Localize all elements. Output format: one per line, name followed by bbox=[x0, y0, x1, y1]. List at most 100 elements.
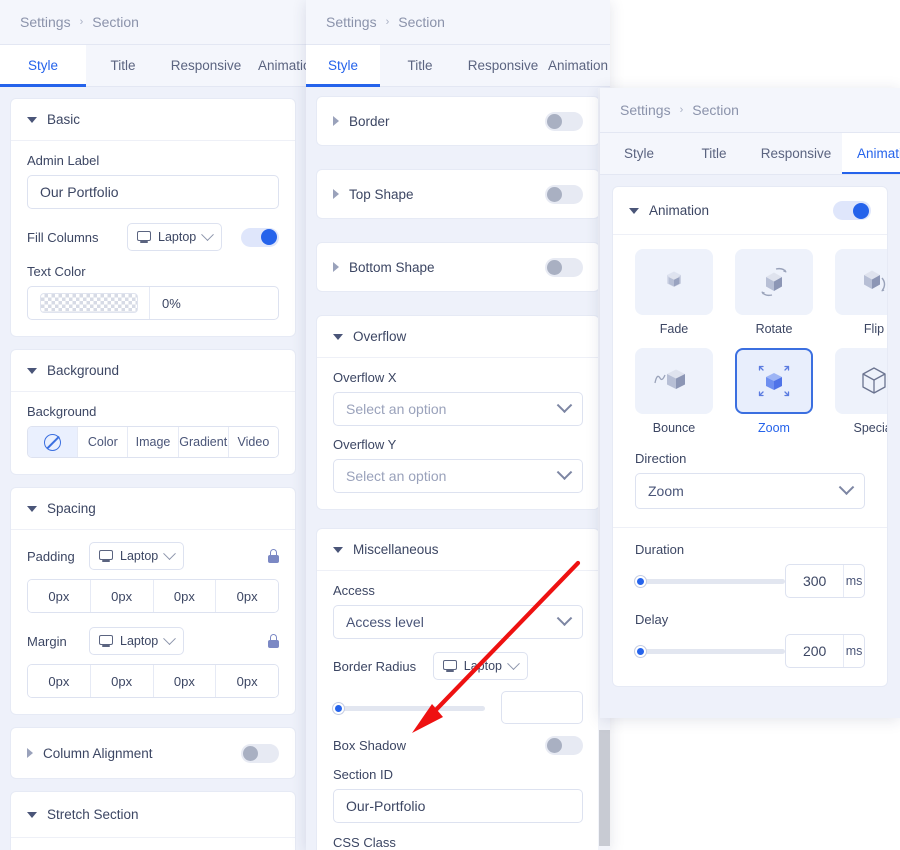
animation-tile-zoom[interactable] bbox=[735, 348, 813, 414]
card-stretch-section-header[interactable]: Stretch Section bbox=[11, 792, 295, 838]
padding-label: Padding bbox=[27, 548, 75, 564]
card-border-header[interactable]: Border bbox=[317, 97, 599, 145]
fill-columns-toggle[interactable] bbox=[241, 227, 279, 247]
breadcrumb-root[interactable]: Settings bbox=[620, 102, 671, 118]
tab-animation[interactable]: Animation bbox=[546, 45, 610, 86]
card-top-shape-header[interactable]: Top Shape bbox=[317, 170, 599, 218]
box-shadow-toggle[interactable] bbox=[545, 736, 583, 755]
section-id-input[interactable]: Our-Portfolio bbox=[333, 789, 583, 823]
card-miscellaneous-header[interactable]: Miscellaneous bbox=[317, 529, 599, 571]
margin-right-input[interactable]: 0px bbox=[90, 665, 154, 697]
tab-responsive[interactable]: Responsive bbox=[160, 45, 252, 86]
slider-track bbox=[333, 705, 485, 711]
overflow-x-select[interactable]: Select an option bbox=[333, 392, 583, 426]
card-background-header[interactable]: Background bbox=[11, 350, 295, 392]
margin-device-select[interactable]: Laptop bbox=[89, 627, 185, 655]
chevron-down-icon bbox=[163, 546, 177, 560]
breadcrumb-root[interactable]: Settings bbox=[326, 14, 377, 30]
margin-top-input[interactable]: 0px bbox=[28, 665, 91, 697]
slider-thumb[interactable] bbox=[635, 575, 646, 587]
padding-bottom-input[interactable]: 0px bbox=[153, 580, 217, 612]
animation-tile-bounce[interactable] bbox=[635, 348, 713, 414]
animation-option-special[interactable]: Special bbox=[835, 348, 888, 435]
tab-responsive[interactable]: Responsive bbox=[750, 133, 842, 174]
breadcrumb-current[interactable]: Section bbox=[92, 14, 139, 30]
chevron-down-icon bbox=[556, 463, 573, 480]
delay-slider[interactable] bbox=[635, 644, 786, 658]
middle-panel-scrollbar-thumb[interactable] bbox=[599, 730, 610, 846]
tab-responsive[interactable]: Responsive bbox=[460, 45, 546, 86]
chevron-down-icon bbox=[27, 811, 37, 818]
fill-columns-device-select[interactable]: Laptop bbox=[127, 223, 223, 251]
background-option-image[interactable]: Image bbox=[128, 427, 179, 457]
duration-row: 300 ms bbox=[635, 564, 865, 598]
top-shape-toggle[interactable] bbox=[545, 184, 583, 204]
tab-title[interactable]: Title bbox=[678, 133, 750, 174]
card-basic-header[interactable]: Basic bbox=[11, 99, 295, 141]
text-color-row: 0% bbox=[27, 286, 279, 320]
background-option-color[interactable]: Color bbox=[78, 427, 129, 457]
tab-title[interactable]: Title bbox=[86, 45, 160, 86]
text-color-opacity-input[interactable]: 0% bbox=[150, 287, 278, 319]
padding-top-input[interactable]: 0px bbox=[28, 580, 91, 612]
tab-animation[interactable]: Animation bbox=[842, 133, 900, 174]
overflow-x-label: Overflow X bbox=[333, 370, 397, 385]
animation-option-rotate[interactable]: Rotate bbox=[735, 249, 813, 336]
overflow-y-select[interactable]: Select an option bbox=[333, 459, 583, 493]
card-overflow-header[interactable]: Overflow bbox=[317, 316, 599, 358]
background-option-gradient[interactable]: Gradient bbox=[178, 427, 229, 457]
animation-option-bounce[interactable]: Bounce bbox=[635, 348, 713, 435]
text-color-swatch-button[interactable] bbox=[28, 287, 150, 319]
animation-option-zoom[interactable]: Zoom bbox=[735, 348, 813, 435]
background-option-none[interactable] bbox=[28, 427, 79, 457]
padding-device-select[interactable]: Laptop bbox=[89, 542, 185, 570]
margin-left-input[interactable]: 0px bbox=[216, 665, 278, 697]
column-alignment-toggle[interactable] bbox=[241, 743, 279, 763]
animation-tile-fade[interactable] bbox=[635, 249, 713, 315]
animation-tile-rotate[interactable] bbox=[735, 249, 813, 315]
tab-style[interactable]: Style bbox=[600, 133, 678, 174]
border-toggle[interactable] bbox=[545, 111, 583, 131]
border-radius-slider[interactable] bbox=[333, 701, 485, 715]
duration-input[interactable]: 300 bbox=[786, 565, 845, 597]
tab-animation[interactable]: Animation bbox=[252, 45, 306, 86]
breadcrumb-current[interactable]: Section bbox=[692, 102, 739, 118]
card-bottom-shape-header[interactable]: Bottom Shape bbox=[317, 243, 599, 291]
fill-columns-label: Fill Columns bbox=[27, 229, 99, 245]
background-option-video[interactable]: Video bbox=[228, 427, 278, 457]
border-radius-input[interactable] bbox=[501, 691, 583, 724]
animation-tile-special[interactable] bbox=[835, 348, 887, 414]
tab-title[interactable]: Title bbox=[380, 45, 460, 86]
cube-flip-icon bbox=[864, 270, 886, 292]
padding-left-input[interactable]: 0px bbox=[216, 580, 278, 612]
animation-option-flip[interactable]: Flip bbox=[835, 249, 887, 336]
card-animation-header[interactable]: Animation bbox=[613, 187, 887, 235]
animation-tile-flip[interactable] bbox=[835, 249, 887, 315]
tab-style[interactable]: Style bbox=[306, 45, 380, 87]
admin-label-input[interactable]: Our Portfolio bbox=[27, 175, 279, 209]
breadcrumb-root[interactable]: Settings bbox=[20, 14, 71, 30]
margin-lock-icon[interactable] bbox=[268, 634, 279, 648]
animation-label-rotate: Rotate bbox=[755, 322, 793, 336]
slider-thumb[interactable] bbox=[635, 645, 646, 657]
breadcrumb-current[interactable]: Section bbox=[398, 14, 445, 30]
padding-lock-icon[interactable] bbox=[268, 549, 279, 563]
bottom-shape-toggle[interactable] bbox=[545, 257, 583, 277]
slider-thumb[interactable] bbox=[333, 702, 344, 714]
margin-bottom-input[interactable]: 0px bbox=[153, 665, 217, 697]
animation-label-special: Special bbox=[853, 421, 888, 435]
card-spacing-header[interactable]: Spacing bbox=[11, 488, 295, 530]
animation-toggle[interactable] bbox=[833, 201, 871, 220]
animation-option-fade[interactable]: Fade bbox=[635, 249, 713, 336]
breadcrumb: Settings › Section bbox=[306, 0, 610, 45]
access-select[interactable]: Access level bbox=[333, 605, 583, 639]
cube-rotate-icon bbox=[761, 267, 787, 297]
border-radius-device-select[interactable]: Laptop bbox=[432, 652, 528, 680]
direction-select[interactable]: Zoom bbox=[635, 473, 865, 509]
card-background-body: Background Color Image Gradient Video bbox=[11, 392, 295, 474]
padding-right-input[interactable]: 0px bbox=[90, 580, 154, 612]
duration-slider[interactable] bbox=[635, 574, 786, 588]
delay-input[interactable]: 200 bbox=[786, 635, 845, 667]
card-column-alignment-header[interactable]: Column Alignment bbox=[11, 728, 295, 778]
tab-style[interactable]: Style bbox=[0, 45, 86, 87]
